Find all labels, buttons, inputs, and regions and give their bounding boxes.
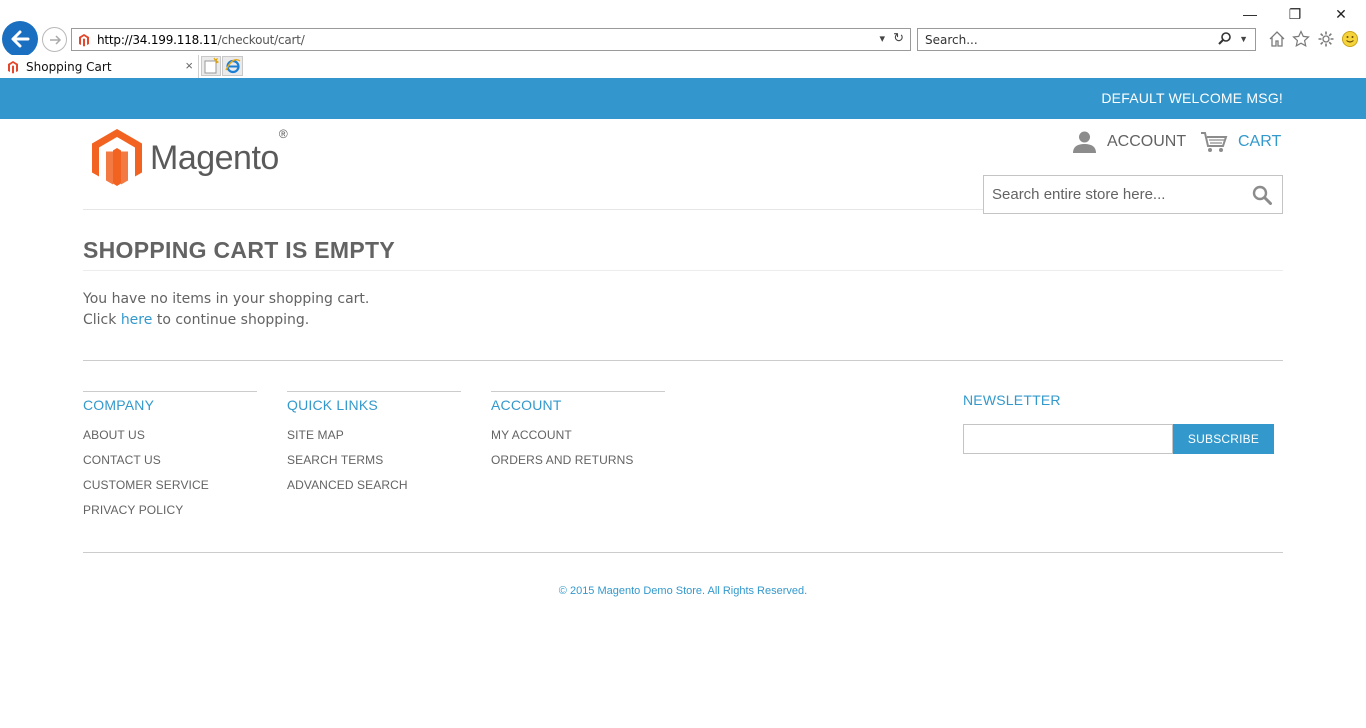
magento-logo-icon — [92, 129, 142, 186]
search-dropdown-icon[interactable]: ▼ — [1239, 34, 1248, 44]
back-arrow-icon — [11, 30, 30, 48]
search-icon[interactable] — [1217, 31, 1233, 47]
welcome-message: DEFAULT WELCOME MSG! — [1101, 90, 1283, 106]
home-icon[interactable] — [1268, 30, 1286, 48]
back-button[interactable] — [2, 21, 38, 57]
favorites-star-icon[interactable] — [1292, 30, 1310, 48]
logo-wordmark: Magento® — [150, 126, 288, 177]
copyright-text: © 2015 Magento Demo Store. All Rights Re… — [558, 585, 808, 597]
account-label: ACCOUNT — [1107, 133, 1187, 150]
forward-arrow-icon — [49, 34, 61, 45]
account-link[interactable]: ACCOUNT — [1072, 131, 1186, 153]
footer-divider — [83, 360, 1283, 361]
footer-heading-account: ACCOUNT — [491, 397, 562, 413]
tab-close-icon[interactable]: × — [185, 58, 193, 73]
store-search-input[interactable] — [992, 186, 1242, 203]
web-page: DEFAULT WELCOME MSG! Magento® ACCOUNT CA… — [0, 78, 1366, 728]
cart-icon — [1201, 132, 1228, 152]
empty-cart-message: You have no items in your shopping cart. — [83, 291, 370, 307]
user-icon — [1073, 131, 1096, 153]
magento-logo[interactable]: Magento® — [92, 126, 288, 187]
header-divider — [83, 209, 983, 210]
tab-title: Shopping Cart — [26, 59, 112, 74]
page-title: SHOPPING CART IS EMPTY — [83, 237, 1283, 271]
cart-link[interactable]: CART — [1200, 131, 1281, 153]
cart-label: CART — [1238, 133, 1282, 150]
footer-link-search-terms[interactable]: SEARCH TERMS — [287, 448, 461, 473]
continue-shopping-link[interactable]: here — [121, 312, 153, 328]
footer-link-my-account[interactable]: MY ACCOUNT — [491, 423, 665, 448]
footer-link-about-us[interactable]: ABOUT US — [83, 423, 257, 448]
new-tab-button[interactable] — [201, 56, 221, 76]
search-icon[interactable] — [1252, 185, 1272, 205]
footer-col-company: COMPANY ABOUT US CONTACT US CUSTOMER SER… — [83, 391, 257, 523]
refresh-icon[interactable]: ↻ — [893, 30, 904, 46]
subscribe-button[interactable]: SUBSCRIBE — [1173, 424, 1274, 454]
forward-button[interactable] — [42, 27, 67, 52]
browser-chrome: — ❐ ✕ http://34.199.118.11/checkout/cart… — [0, 0, 1366, 78]
browser-search-box[interactable]: Search... ▼ — [917, 28, 1256, 51]
footer-link-contact-us[interactable]: CONTACT US — [83, 448, 257, 473]
new-tab-icon — [204, 57, 220, 74]
address-dropdown-icon[interactable]: ▾ — [879, 32, 885, 45]
close-window-button[interactable]: ✕ — [1326, 4, 1356, 24]
address-bar[interactable]: http://34.199.118.11/checkout/cart/ ▾ ↻ — [71, 28, 911, 51]
footer-col-quick-links: QUICK LINKS SITE MAP SEARCH TERMS ADVANC… — [287, 391, 461, 498]
footer-heading-company: COMPANY — [83, 397, 155, 413]
ie-tab-button[interactable] — [222, 56, 243, 76]
site-header: Magento® ACCOUNT CART — [0, 119, 1366, 214]
footer-link-advanced-search[interactable]: ADVANCED SEARCH — [287, 473, 461, 498]
footer-bottom-divider — [83, 552, 1283, 553]
store-search — [983, 175, 1283, 214]
newsletter-heading: NEWSLETTER — [963, 392, 1061, 408]
smiley-feedback-icon[interactable] — [1341, 30, 1359, 48]
browser-search-placeholder: Search... — [925, 32, 978, 47]
footer-col-account: ACCOUNT MY ACCOUNT ORDERS AND RETURNS — [491, 391, 665, 473]
tab-shopping-cart[interactable]: Shopping Cart × — [0, 55, 199, 78]
continue-shopping-text: Click here to continue shopping. — [83, 312, 310, 328]
footer-link-privacy-policy[interactable]: PRIVACY POLICY — [83, 498, 257, 523]
restore-button[interactable]: ❐ — [1280, 4, 1310, 24]
minimize-button[interactable]: — — [1235, 4, 1265, 24]
footer-heading-quick-links: QUICK LINKS — [287, 397, 378, 413]
footer-link-customer-service[interactable]: CUSTOMER SERVICE — [83, 473, 257, 498]
internet-explorer-icon — [224, 58, 240, 74]
main-content: SHOPPING CART IS EMPTY You have no items… — [83, 237, 1283, 331]
address-url: http://34.199.118.11/checkout/cart/ — [97, 32, 305, 47]
magento-favicon-icon — [77, 32, 91, 47]
footer-link-orders-and-returns[interactable]: ORDERS AND RETURNS — [491, 448, 665, 473]
newsletter-email-input[interactable] — [963, 424, 1173, 454]
newsletter-block: NEWSLETTER SUBSCRIBE — [963, 392, 1274, 454]
settings-gear-icon[interactable] — [1317, 30, 1335, 48]
footer-link-site-map[interactable]: SITE MAP — [287, 423, 461, 448]
top-welcome-bar: DEFAULT WELCOME MSG! — [0, 78, 1366, 119]
magento-favicon-icon — [8, 60, 18, 73]
